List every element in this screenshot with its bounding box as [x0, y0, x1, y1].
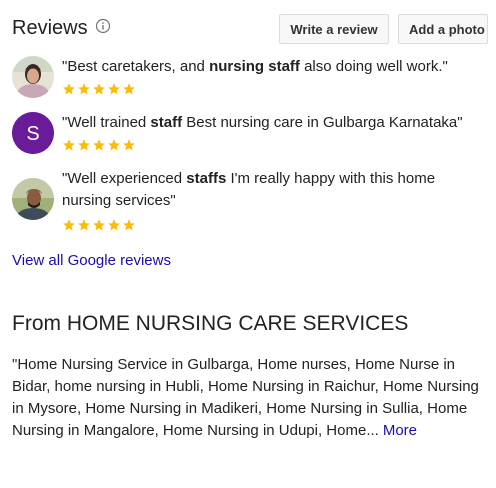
review-item: S "Well trained staff Best nursing care … — [12, 112, 488, 156]
reviewer-avatar[interactable]: S — [12, 112, 54, 154]
star-icon — [63, 83, 75, 95]
star-icon — [78, 139, 90, 151]
star-icon — [123, 219, 135, 231]
reviews-header: Reviews Write a review Add a photo — [12, 14, 488, 46]
write-review-button[interactable]: Write a review — [279, 14, 389, 44]
more-link[interactable]: More — [383, 422, 417, 439]
add-photo-button[interactable]: Add a photo — [398, 14, 488, 44]
star-icon — [108, 83, 120, 95]
star-rating — [62, 218, 136, 232]
star-icon — [63, 219, 75, 231]
review-item: "Well experienced staffs I'm really happ… — [12, 168, 488, 234]
review-item: "Best caretakers, and nursing staff also… — [12, 56, 488, 100]
star-icon — [108, 219, 120, 231]
review-text: "Best caretakers, and nursing staff also… — [62, 58, 448, 75]
star-icon — [123, 83, 135, 95]
review-text: "Well trained staff Best nursing care in… — [62, 114, 463, 131]
from-business-title: From HOME NURSING CARE SERVICES — [12, 312, 409, 335]
star-rating — [62, 138, 136, 152]
business-description: "Home Nursing Service in Gulbarga, Home … — [12, 354, 484, 442]
star-icon — [108, 139, 120, 151]
star-icon — [78, 219, 90, 231]
woman-photo-icon — [12, 56, 54, 98]
reviewer-avatar[interactable] — [12, 178, 54, 220]
man-photo-icon — [12, 178, 54, 220]
letter-avatar-icon: S — [12, 112, 54, 154]
reviews-title: Reviews — [12, 17, 88, 39]
star-icon — [123, 139, 135, 151]
star-icon — [93, 139, 105, 151]
svg-text:S: S — [26, 123, 39, 145]
star-rating — [62, 82, 136, 96]
star-icon — [93, 83, 105, 95]
view-all-reviews-link[interactable]: View all Google reviews — [12, 252, 171, 269]
star-icon — [78, 83, 90, 95]
star-icon — [93, 219, 105, 231]
reviewer-avatar[interactable] — [12, 56, 54, 98]
star-icon — [63, 139, 75, 151]
info-icon[interactable] — [95, 18, 111, 34]
review-text: "Well experienced staffs I'm really happ… — [62, 170, 436, 209]
